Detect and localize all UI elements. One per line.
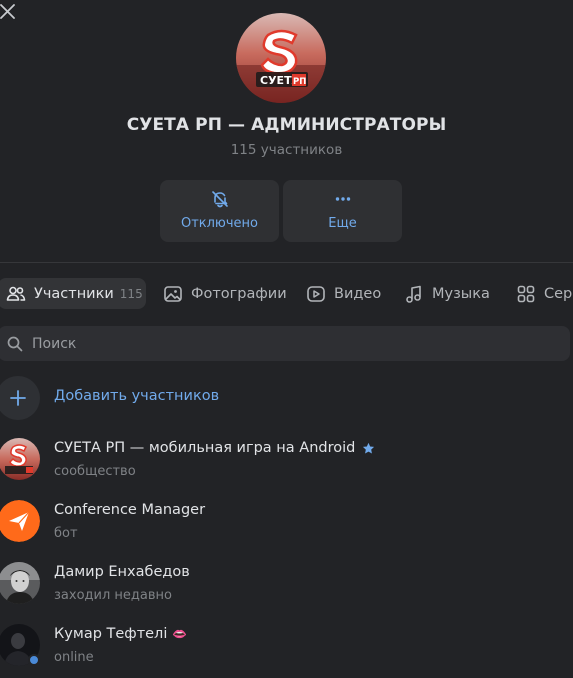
tab-video-label: Видео bbox=[334, 285, 382, 302]
chat-info-panel: СУЕТА РП СУЕТА РП — АДМИНИСТРАТОРЫ 115 у… bbox=[0, 0, 573, 678]
tab-music-label: Музыка bbox=[432, 285, 490, 302]
lips-emoji-icon: 👄 bbox=[172, 627, 188, 641]
photo-icon bbox=[164, 285, 182, 302]
avatar[interactable] bbox=[0, 562, 40, 604]
more-button[interactable]: Еще bbox=[283, 180, 402, 242]
member-status: заходил недавно bbox=[54, 588, 172, 603]
online-indicator bbox=[28, 654, 40, 666]
member-status: сообщество bbox=[54, 464, 136, 479]
cover-logo-badge: РП bbox=[293, 77, 306, 87]
member-row[interactable]: Дамир Енхабедов заходил недавно bbox=[0, 562, 573, 610]
tab-members[interactable]: Участники 115 bbox=[0, 278, 146, 309]
tab-photos-label: Фотографии bbox=[191, 285, 287, 302]
close-icon bbox=[0, 4, 15, 19]
close-button[interactable] bbox=[0, 2, 18, 22]
tab-music[interactable]: Музыка bbox=[404, 278, 490, 309]
member-name: Дамир Енхабедов bbox=[54, 564, 190, 580]
services-icon bbox=[517, 285, 535, 302]
chat-cover-image[interactable]: СУЕТА РП bbox=[236, 13, 326, 103]
tab-services-label: Сервисы bbox=[544, 285, 573, 302]
video-icon bbox=[307, 285, 325, 302]
member-name: Кумар Тефтелі 👄 bbox=[54, 626, 187, 642]
section-divider bbox=[0, 262, 573, 263]
tab-video[interactable]: Видео bbox=[306, 278, 381, 309]
member-name: Conference Manager bbox=[54, 502, 206, 518]
avatar[interactable] bbox=[0, 438, 40, 480]
notifications-label: Отключено bbox=[180, 216, 259, 231]
users-icon bbox=[6, 286, 26, 301]
member-name-text: СУЕТА РП — мобильная игра на Android bbox=[54, 440, 356, 456]
tab-members-count: 115 bbox=[119, 286, 143, 301]
notifications-button[interactable]: Отключено bbox=[160, 180, 279, 242]
tab-members-label: Участники bbox=[34, 285, 114, 302]
more-icon bbox=[335, 197, 350, 201]
avatar[interactable] bbox=[0, 500, 40, 542]
plus-icon bbox=[10, 390, 26, 406]
add-members-label: Добавить участников bbox=[54, 388, 220, 404]
search-icon bbox=[7, 336, 23, 351]
member-status: online bbox=[54, 650, 94, 665]
member-row[interactable]: Conference Manager бот bbox=[0, 500, 573, 548]
search-bar[interactable] bbox=[0, 326, 570, 361]
search-input[interactable] bbox=[32, 335, 512, 352]
music-icon bbox=[406, 285, 421, 303]
members-count[interactable]: 115 участников bbox=[0, 142, 573, 158]
more-label: Еще bbox=[328, 216, 357, 231]
tab-services[interactable]: Сервисы bbox=[516, 278, 573, 309]
member-name-text: Кумар Тефтелі bbox=[54, 626, 168, 642]
member-row[interactable]: СУЕТА РП — мобильная игра на Android соо… bbox=[0, 438, 573, 486]
member-name: СУЕТА РП — мобильная игра на Android bbox=[54, 440, 375, 456]
star-icon bbox=[363, 442, 375, 454]
member-status: бот bbox=[54, 526, 78, 541]
bell-off-icon bbox=[211, 191, 228, 208]
add-members-circle bbox=[0, 376, 40, 420]
tab-photos[interactable]: Фотографии bbox=[163, 278, 287, 309]
member-row[interactable]: Кумар Тефтелі 👄 online bbox=[0, 624, 573, 672]
chat-title: СУЕТА РП — АДМИНИСТРАТОРЫ bbox=[126, 115, 447, 135]
